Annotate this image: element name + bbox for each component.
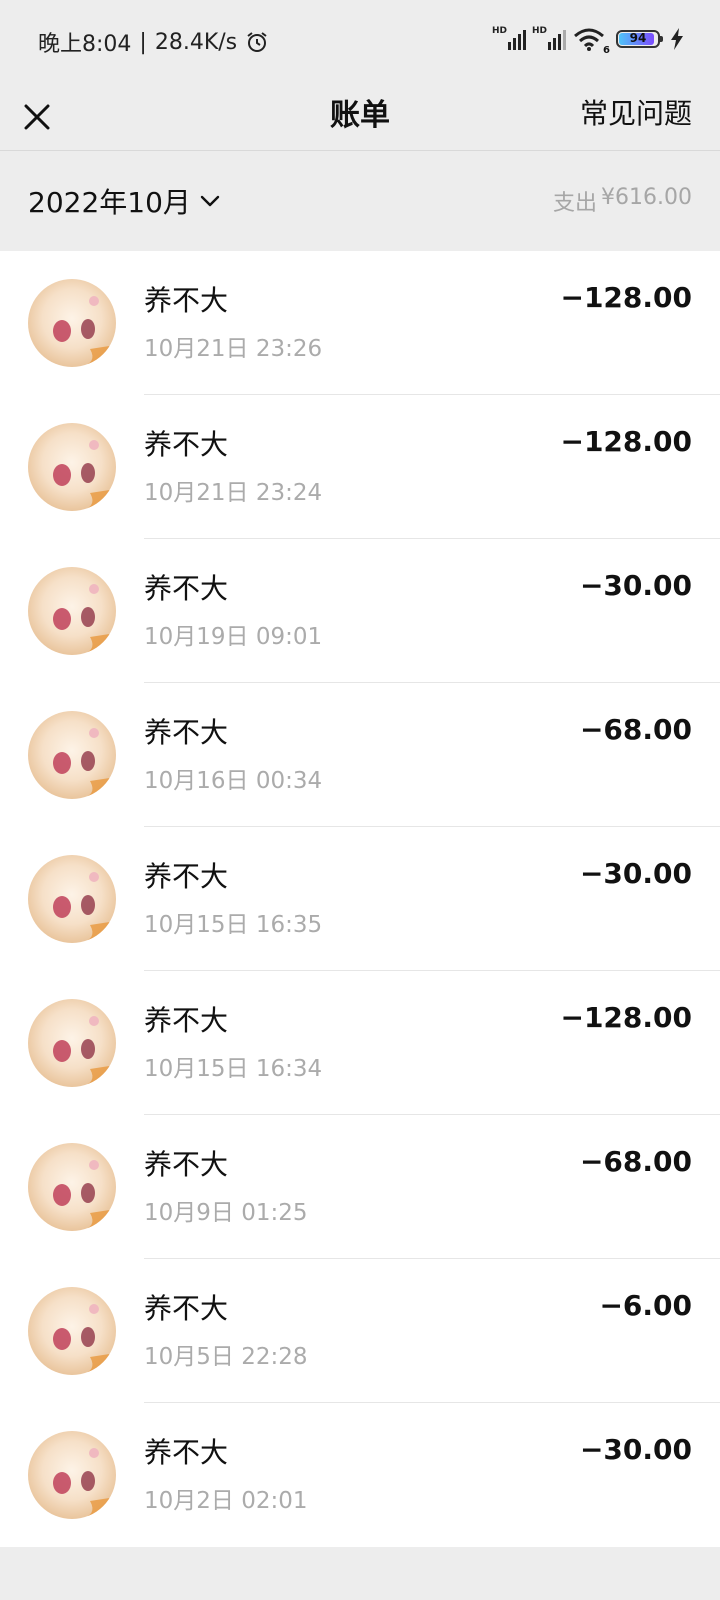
transaction-time: 10月2日 02:01 (144, 1488, 308, 1514)
transaction-time: 10月21日 23:24 (144, 480, 323, 506)
merchant-name: 养不大 (144, 860, 229, 893)
list-item[interactable]: 养不大 10月19日 09:01 −30.00 (0, 539, 720, 683)
transaction-time: 10月16日 00:34 (144, 768, 323, 794)
merchant-name: 养不大 (144, 1436, 229, 1469)
status-time: 晚上8:04 (38, 32, 132, 57)
transaction-amount: −30.00 (579, 857, 692, 890)
avatar (28, 1143, 116, 1231)
total-expense: 支出 ¥616.00 (553, 185, 692, 217)
avatar (28, 711, 116, 799)
list-item[interactable]: 养不大 10月15日 16:35 −30.00 (0, 827, 720, 971)
transaction-amount: −128.00 (560, 1001, 692, 1034)
status-right: HD HD 6 94 (492, 26, 684, 56)
transaction-amount: −128.00 (560, 281, 692, 314)
chevron-down-icon (200, 195, 220, 207)
merchant-name: 养不大 (144, 572, 229, 605)
transaction-amount: −68.00 (579, 1145, 692, 1178)
list-item[interactable]: 养不大 10月9日 01:25 −68.00 (0, 1115, 720, 1259)
transaction-time: 10月9日 01:25 (144, 1200, 308, 1226)
transaction-amount: −30.00 (579, 569, 692, 602)
alarm-icon (245, 30, 269, 54)
list-item[interactable]: 养不大 10月2日 02:01 −30.00 (0, 1403, 720, 1547)
battery-icon: 94 (616, 30, 663, 48)
signal-icon: HD (492, 26, 526, 52)
signal-icon: HD (532, 26, 566, 52)
net-speed: 28.4K/s (154, 29, 238, 55)
avatar (28, 1431, 116, 1519)
bill-list: 养不大 10月21日 23:26 −128.00 养不大 10月21日 23:2… (0, 251, 720, 1547)
transaction-time: 10月15日 16:34 (144, 1056, 323, 1082)
status-separator: | (139, 29, 147, 55)
list-item[interactable]: 养不大 10月15日 16:34 −128.00 (0, 971, 720, 1115)
faq-link[interactable]: 常见问题 (580, 92, 692, 132)
avatar (28, 855, 116, 943)
battery-level: 94 (629, 31, 647, 45)
month-picker[interactable]: 2022年10月 (28, 181, 221, 221)
wifi-icon: 6 (572, 26, 610, 56)
avatar (28, 279, 116, 367)
avatar (28, 1287, 116, 1375)
avatar (28, 999, 116, 1087)
expense-amount: ¥616.00 (601, 185, 692, 210)
transaction-time: 10月21日 23:26 (144, 336, 323, 362)
transaction-time: 10月5日 22:28 (144, 1344, 308, 1370)
status-bar: 晚上8:04 | 28.4K/s HD HD 6 94 (0, 0, 720, 84)
merchant-name: 养不大 (144, 1292, 229, 1325)
list-item[interactable]: 养不大 10月5日 22:28 −6.00 (0, 1259, 720, 1403)
month-filter-bar: 2022年10月 支出 ¥616.00 (0, 151, 720, 251)
list-item[interactable]: 养不大 10月16日 00:34 −68.00 (0, 683, 720, 827)
merchant-name: 养不大 (144, 428, 229, 461)
transaction-time: 10月15日 16:35 (144, 912, 323, 938)
transaction-amount: −30.00 (579, 1433, 692, 1466)
charging-icon (670, 28, 684, 50)
avatar (28, 423, 116, 511)
merchant-name: 养不大 (144, 1148, 229, 1181)
merchant-name: 养不大 (144, 1004, 229, 1037)
top-navigation-bar: 账单 常见问题 (0, 84, 720, 152)
month-label: 2022年10月 (28, 186, 191, 219)
signal-badge: HD (492, 26, 508, 36)
merchant-name: 养不大 (144, 284, 229, 317)
status-left: 晚上8:04 | 28.4K/s (38, 26, 269, 58)
transaction-time: 10月19日 09:01 (144, 624, 323, 650)
transaction-amount: −6.00 (599, 1289, 692, 1322)
expense-label: 支出 (553, 191, 598, 216)
list-item[interactable]: 养不大 10月21日 23:26 −128.00 (0, 251, 720, 395)
transaction-amount: −68.00 (579, 713, 692, 746)
merchant-name: 养不大 (144, 716, 229, 749)
avatar (28, 567, 116, 655)
wifi-sub: 6 (603, 45, 610, 56)
transaction-amount: −128.00 (560, 425, 692, 458)
signal-badge: HD (532, 26, 548, 36)
list-item[interactable]: 养不大 10月21日 23:24 −128.00 (0, 395, 720, 539)
